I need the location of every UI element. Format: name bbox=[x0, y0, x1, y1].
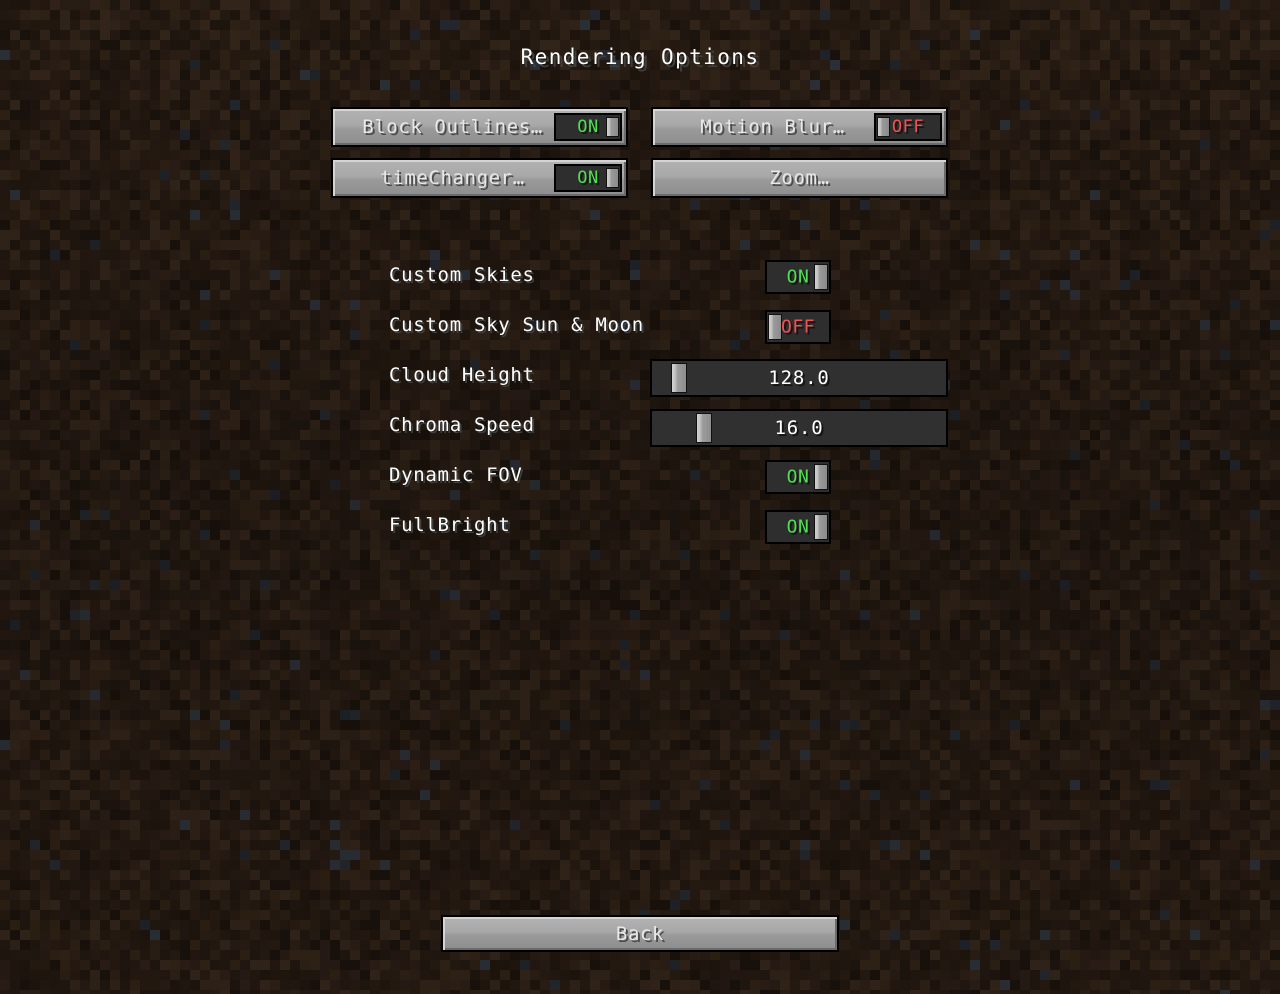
slider-cloud-height[interactable]: 128.0 bbox=[650, 359, 948, 397]
toggle-knob[interactable] bbox=[877, 117, 890, 137]
slider-chroma-speed[interactable]: 16.0 bbox=[650, 409, 948, 447]
toggle-knob[interactable] bbox=[814, 264, 828, 290]
button-label: timeChanger… bbox=[380, 167, 525, 189]
button-label: Motion Blur… bbox=[700, 116, 845, 138]
toggle-custom-skies[interactable]: ON bbox=[765, 260, 831, 294]
option-label-cloud-height: Cloud Height bbox=[389, 364, 535, 386]
button-zoom[interactable]: Zoom… bbox=[651, 158, 948, 198]
button-motion-blur[interactable]: Motion Blur… OFF bbox=[651, 107, 948, 147]
option-label-fullbright: FullBright bbox=[389, 514, 511, 536]
toggle-knob[interactable] bbox=[768, 314, 782, 340]
toggle-timechanger[interactable]: ON bbox=[554, 164, 622, 192]
toggle-knob[interactable] bbox=[814, 464, 828, 490]
toggle-custom-sky-sun-moon[interactable]: OFF bbox=[765, 310, 831, 344]
button-timechanger[interactable]: timeChanger… ON bbox=[331, 158, 628, 198]
toggle-fullbright[interactable]: ON bbox=[765, 510, 831, 544]
toggle-knob[interactable] bbox=[814, 514, 828, 540]
slider-knob[interactable] bbox=[671, 363, 687, 393]
toggle-block-outlines[interactable]: ON bbox=[554, 113, 622, 141]
button-label: Block Outlines… bbox=[362, 116, 543, 138]
toggle-dynamic-fov[interactable]: ON bbox=[765, 460, 831, 494]
slider-knob[interactable] bbox=[696, 413, 712, 443]
button-label: Zoom… bbox=[769, 167, 830, 189]
page-title: Rendering Options bbox=[520, 45, 760, 69]
option-label-custom-sky-sun-moon: Custom Sky Sun & Moon bbox=[389, 314, 644, 336]
option-label-dynamic-fov: Dynamic FOV bbox=[389, 464, 523, 486]
back-button-label: Back bbox=[615, 922, 665, 945]
option-label-chroma-speed: Chroma Speed bbox=[389, 414, 535, 436]
back-button[interactable]: Back bbox=[441, 915, 839, 952]
button-block-outlines[interactable]: Block Outlines… ON bbox=[331, 107, 628, 147]
rendering-options-screen: Rendering Options Block Outlines… ON Mot… bbox=[0, 0, 1280, 994]
toggle-motion-blur[interactable]: OFF bbox=[874, 113, 942, 141]
option-label-custom-skies: Custom Skies bbox=[389, 264, 535, 286]
toggle-knob[interactable] bbox=[606, 168, 619, 188]
slider-value-label: 128.0 bbox=[768, 367, 830, 389]
toggle-knob[interactable] bbox=[606, 117, 619, 137]
